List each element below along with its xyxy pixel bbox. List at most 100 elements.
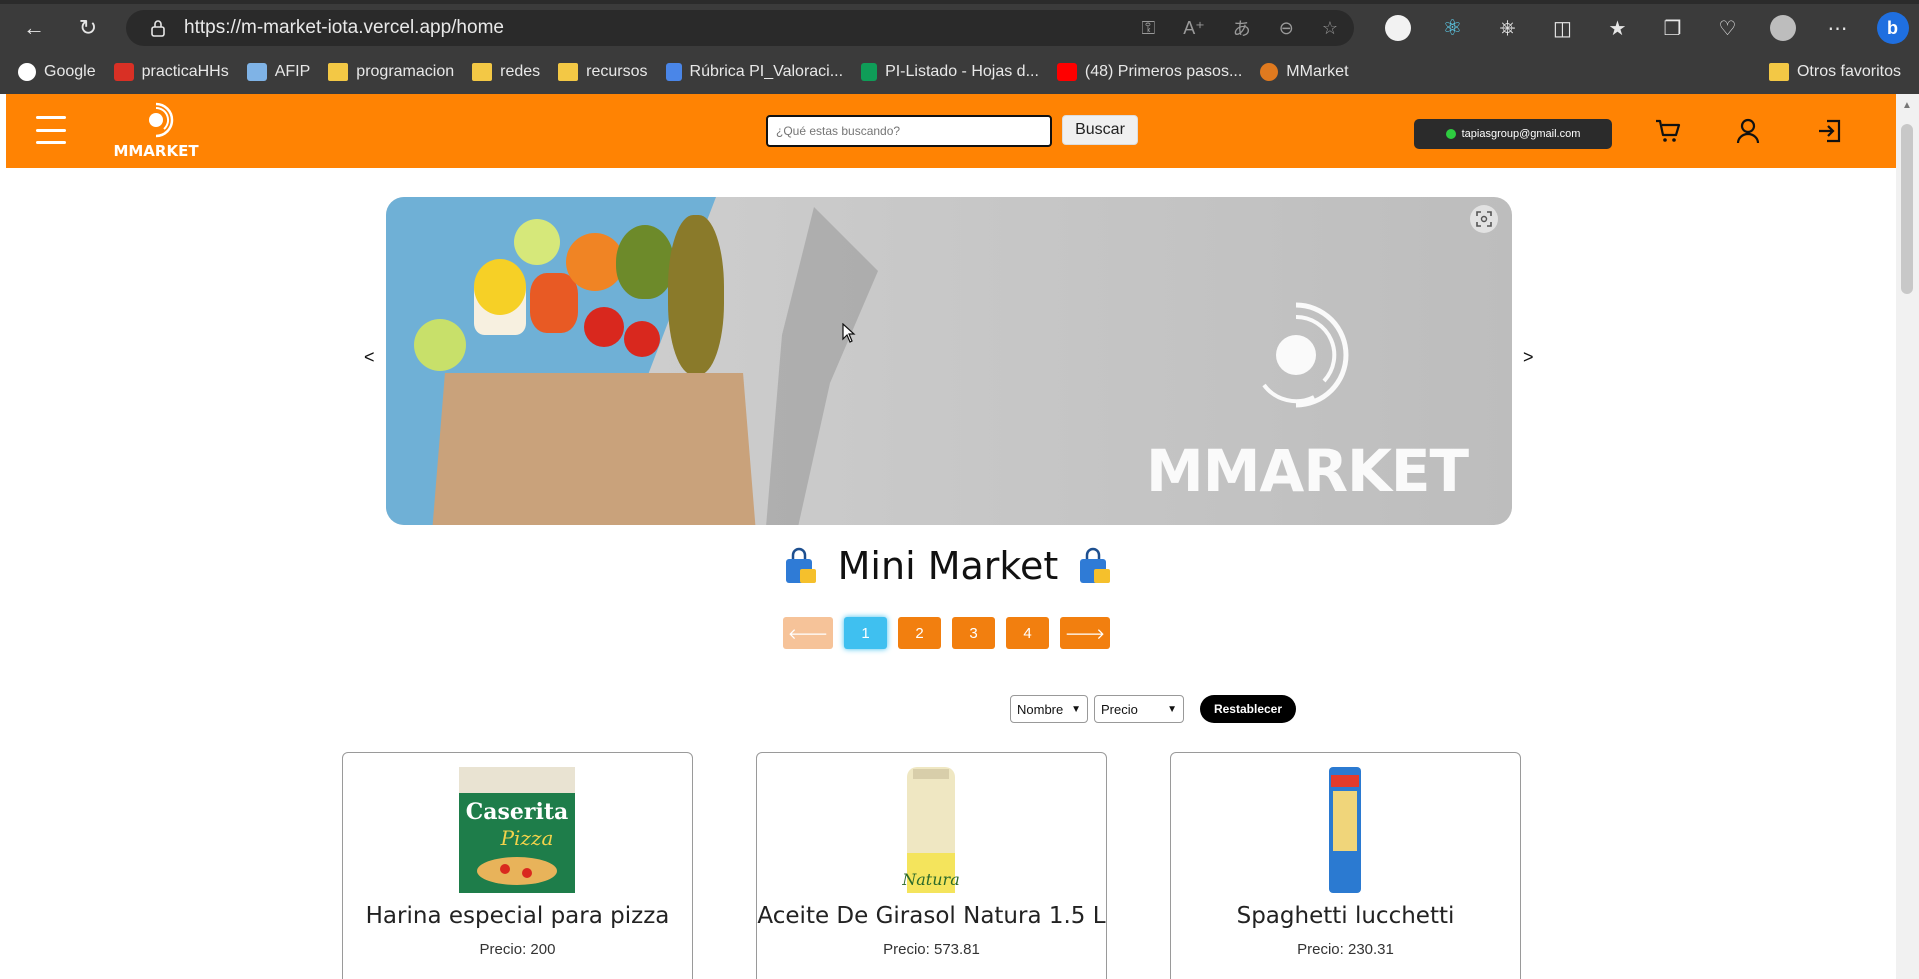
page-title-text: Mini Market <box>837 544 1059 588</box>
juice-bottle-illustration <box>530 273 578 333</box>
bookmark-afip[interactable]: AFIP <box>246 63 310 81</box>
arrow-left-icon: 🡐 <box>787 625 829 643</box>
extensions-icon[interactable]: ⎈ <box>1480 6 1535 50</box>
product-name: Aceite De Girasol Natura 1.5 L <box>757 903 1106 929</box>
favorites-icon[interactable]: ★ <box>1590 6 1645 50</box>
bookmark-youtube[interactable]: (48) Primeros pasos... <box>1056 63 1242 81</box>
product-image-oil: Natura <box>901 767 960 893</box>
zoom-out-icon[interactable]: ⊖ <box>1279 18 1294 39</box>
hero-carousel: MMARKET <box>386 197 1512 525</box>
lime-slice-illustration <box>514 219 560 265</box>
web-page: MMARKET Buscar tapiasgroup@gmail.com < <box>0 94 1896 979</box>
bing-icon[interactable]: b <box>1865 6 1919 50</box>
product-name: Spaghetti lucchetti <box>1236 903 1455 929</box>
afip-icon <box>246 63 267 81</box>
reload-icon[interactable]: ↻ <box>68 6 108 50</box>
pagination-page-4[interactable]: 4 <box>1006 617 1049 649</box>
site-header: MMARKET Buscar tapiasgroup@gmail.com <box>6 94 1896 168</box>
banner-logo-swirl-icon <box>1262 302 1349 408</box>
product-card[interactable]: Caserita Pizza Harina especial para pizz… <box>342 752 693 979</box>
carousel-next-button[interactable]: > <box>1523 347 1534 368</box>
svg-text:Natura: Natura <box>901 870 959 889</box>
pagination-page-3[interactable]: 3 <box>952 617 995 649</box>
browser-toolbar: ← ↻ https://m-market-iota.vercel.app/hom… <box>0 6 1919 50</box>
bookmark-recursos[interactable]: recursos <box>558 63 648 81</box>
fullscreen-icon[interactable] <box>1470 205 1498 233</box>
avocado-illustration <box>616 225 674 299</box>
collections-icon[interactable]: ❐ <box>1645 6 1700 50</box>
sort-by-name-select[interactable]: Nombre ▼ <box>1010 695 1088 723</box>
split-screen-icon[interactable]: ◫ <box>1535 6 1590 50</box>
logo-text: MMARKET <box>113 142 199 160</box>
pagination-page-2[interactable]: 2 <box>898 617 941 649</box>
user-icon[interactable] <box>1728 111 1768 151</box>
mouse-cursor-icon <box>842 323 856 343</box>
sheets-icon <box>861 63 878 81</box>
folder-icon <box>1768 63 1789 81</box>
browser-chrome: ← ↻ https://m-market-iota.vercel.app/hom… <box>0 0 1919 94</box>
banner-logo: MMARKET <box>1146 297 1469 505</box>
more-menu-icon[interactable]: ⋯ <box>1810 6 1865 50</box>
site-logo[interactable]: MMARKET <box>108 102 204 162</box>
search-button[interactable]: Buscar <box>1062 115 1138 145</box>
address-bar[interactable]: https://m-market-iota.vercel.app/home ⚿ … <box>126 10 1354 46</box>
search-input[interactable] <box>766 115 1052 147</box>
profile-icon[interactable] <box>1755 6 1810 50</box>
tab-strip <box>0 0 1919 4</box>
favorite-star-icon[interactable]: ☆ <box>1322 18 1338 39</box>
tomato-illustration <box>624 321 660 357</box>
browser-essentials-icon[interactable]: ♡ <box>1700 6 1755 50</box>
product-price: Precio: 573.81 <box>883 941 980 958</box>
user-email-badge[interactable]: tapiasgroup@gmail.com <box>1414 119 1612 149</box>
product-card[interactable]: Spaghetti lucchetti Precio: 230.31 <box>1170 752 1521 979</box>
react-devtools-icon[interactable]: ⚛ <box>1425 6 1480 50</box>
arrow-right-icon: 🡒 <box>1064 625 1106 643</box>
sort-filters: Nombre ▼ Precio ▼ Restablecer <box>1010 695 1296 723</box>
url-text[interactable]: https://m-market-iota.vercel.app/home <box>184 17 504 39</box>
scrollbar-thumb[interactable] <box>1901 124 1913 294</box>
carousel-prev-button[interactable]: < <box>364 347 375 368</box>
cart-icon[interactable] <box>1648 111 1688 151</box>
pagination-page-1[interactable]: 1 <box>844 617 887 649</box>
other-favorites[interactable]: Otros favoritos <box>1768 56 1901 88</box>
read-aloud-icon[interactable]: A⁺ <box>1183 18 1205 39</box>
bookmark-programacion[interactable]: programacion <box>328 63 454 81</box>
lemon-illustration <box>474 259 526 315</box>
svg-text:Pizza: Pizza <box>500 826 554 850</box>
bookmark-pi-listado[interactable]: PI-Listado - Hojas d... <box>861 63 1039 81</box>
lock-icon[interactable] <box>146 16 170 40</box>
product-card[interactable]: Natura Aceite De Girasol Natura 1.5 L Pr… <box>756 752 1107 979</box>
shopping-bag-icon <box>1080 547 1111 583</box>
gmail-icon <box>113 63 134 81</box>
bookmark-google[interactable]: Google <box>18 63 96 81</box>
hamburger-menu-icon[interactable] <box>36 116 66 144</box>
bookmarks-bar: Google practicaHHs AFIP programacion red… <box>0 56 1919 88</box>
banner-shadow <box>766 207 878 525</box>
page-scrollbar[interactable]: ▲ <box>1896 94 1919 979</box>
folder-icon <box>558 63 579 81</box>
bookmark-redes[interactable]: redes <box>472 63 540 81</box>
pineapple-illustration <box>668 215 724 375</box>
extension-avatar-icon[interactable] <box>1370 6 1425 50</box>
translate-icon[interactable]: あ <box>1233 15 1251 41</box>
bookmark-practicahhs[interactable]: practicaHHs <box>113 63 229 81</box>
shopping-bag-icon <box>785 547 816 583</box>
folder-icon <box>328 63 349 81</box>
reset-filters-button[interactable]: Restablecer <box>1200 695 1296 723</box>
svg-text:Caserita: Caserita <box>466 799 569 825</box>
pagination-prev-button[interactable]: 🡐 <box>783 617 833 649</box>
scroll-up-icon[interactable]: ▲ <box>1901 100 1913 112</box>
logout-icon[interactable] <box>1810 111 1850 151</box>
back-icon[interactable]: ← <box>14 6 54 50</box>
user-email: tapiasgroup@gmail.com <box>1461 128 1581 140</box>
bookmark-rubrica[interactable]: Rúbrica PI_Valoraci... <box>665 63 843 81</box>
page-title: Mini Market <box>0 544 1896 588</box>
google-icon <box>18 63 36 81</box>
sort-by-price-select[interactable]: Precio ▼ <box>1094 695 1184 723</box>
product-image-spaghetti <box>1329 767 1361 893</box>
product-price: Precio: 200 <box>479 941 556 958</box>
key-icon[interactable]: ⚿ <box>1142 18 1156 39</box>
pagination-next-button[interactable]: 🡒 <box>1060 617 1110 649</box>
product-name: Harina especial para pizza <box>365 903 670 929</box>
bookmark-mmarket[interactable]: MMarket <box>1260 63 1349 81</box>
